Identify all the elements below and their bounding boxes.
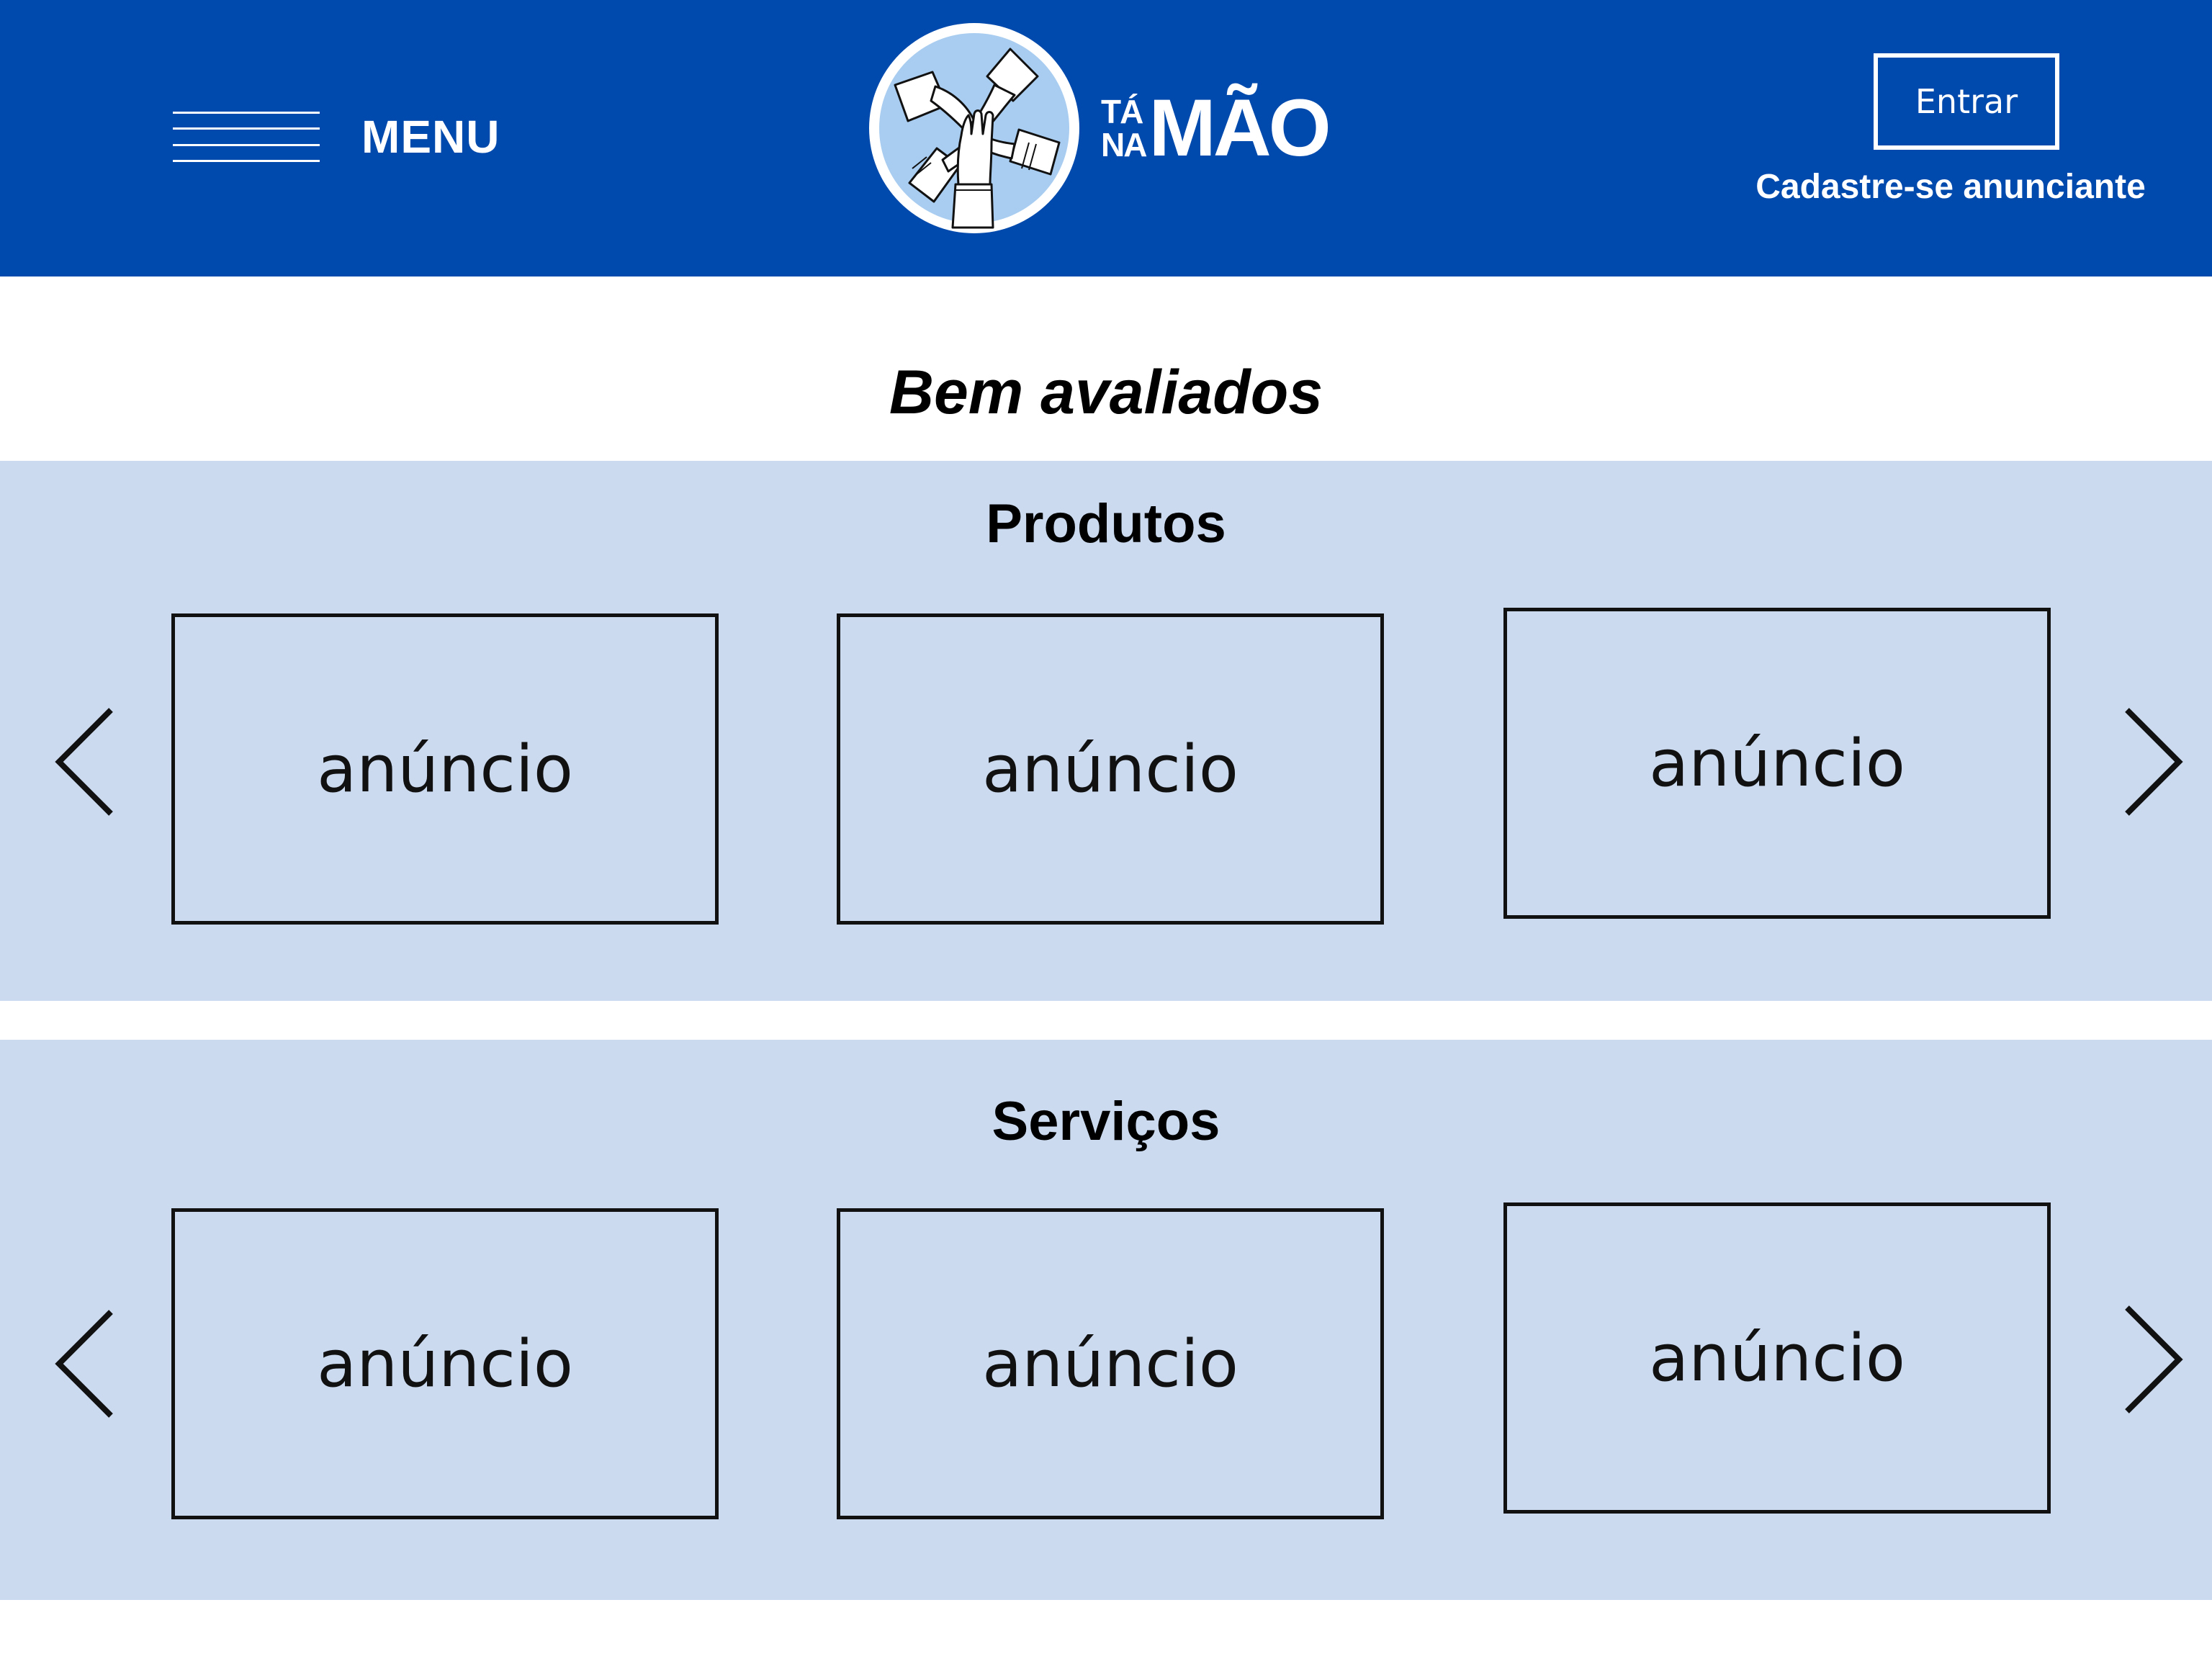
section-title: Produtos xyxy=(986,493,1226,554)
section-title: Serviços xyxy=(992,1091,1220,1152)
hands-together-icon xyxy=(869,23,1079,233)
carousel-prev-button[interactable] xyxy=(53,1306,118,1421)
section-servicos: Serviços anúncio anúncio anúncio xyxy=(0,1040,2212,1600)
section-produtos: Produtos anúncio anúncio anúncio xyxy=(0,461,2212,1001)
login-button[interactable]: Entrar xyxy=(1874,53,2059,150)
ad-card[interactable]: anúncio xyxy=(1503,1202,2051,1514)
ad-card[interactable]: anúncio xyxy=(837,613,1384,925)
logo-wordmark: TÁ NA MÃO xyxy=(1101,83,1331,173)
menu-label: MENU xyxy=(361,111,500,163)
menu-button[interactable]: MENU xyxy=(173,101,500,173)
top-header: MENU TÁ NA MÃO Entrar Cadastre-se anunci… xyxy=(0,0,2212,276)
ad-card[interactable]: anúncio xyxy=(837,1208,1384,1519)
logo-text-na: NA xyxy=(1101,126,1147,163)
ad-card[interactable]: anúncio xyxy=(171,613,719,925)
carousel-next-button[interactable] xyxy=(2120,1302,2185,1417)
ad-card[interactable]: anúncio xyxy=(1503,608,2051,919)
chevron-right-icon xyxy=(2125,708,2183,816)
logo-text-mao: MÃO xyxy=(1148,83,1331,173)
carousel-prev-button[interactable] xyxy=(53,704,118,819)
chevron-left-icon xyxy=(55,1310,113,1418)
site-logo[interactable]: TÁ NA MÃO xyxy=(866,20,1331,236)
chevron-left-icon xyxy=(55,708,113,816)
hamburger-icon[interactable] xyxy=(173,112,320,162)
page-title: Bem avaliados xyxy=(889,358,1323,427)
register-advertiser-link[interactable]: Cadastre-se anunciante xyxy=(1745,167,2156,207)
logo-text-ta: TÁ xyxy=(1101,93,1143,130)
chevron-right-icon xyxy=(2125,1305,2183,1413)
carousel-next-button[interactable] xyxy=(2120,704,2185,819)
ad-card[interactable]: anúncio xyxy=(171,1208,719,1519)
